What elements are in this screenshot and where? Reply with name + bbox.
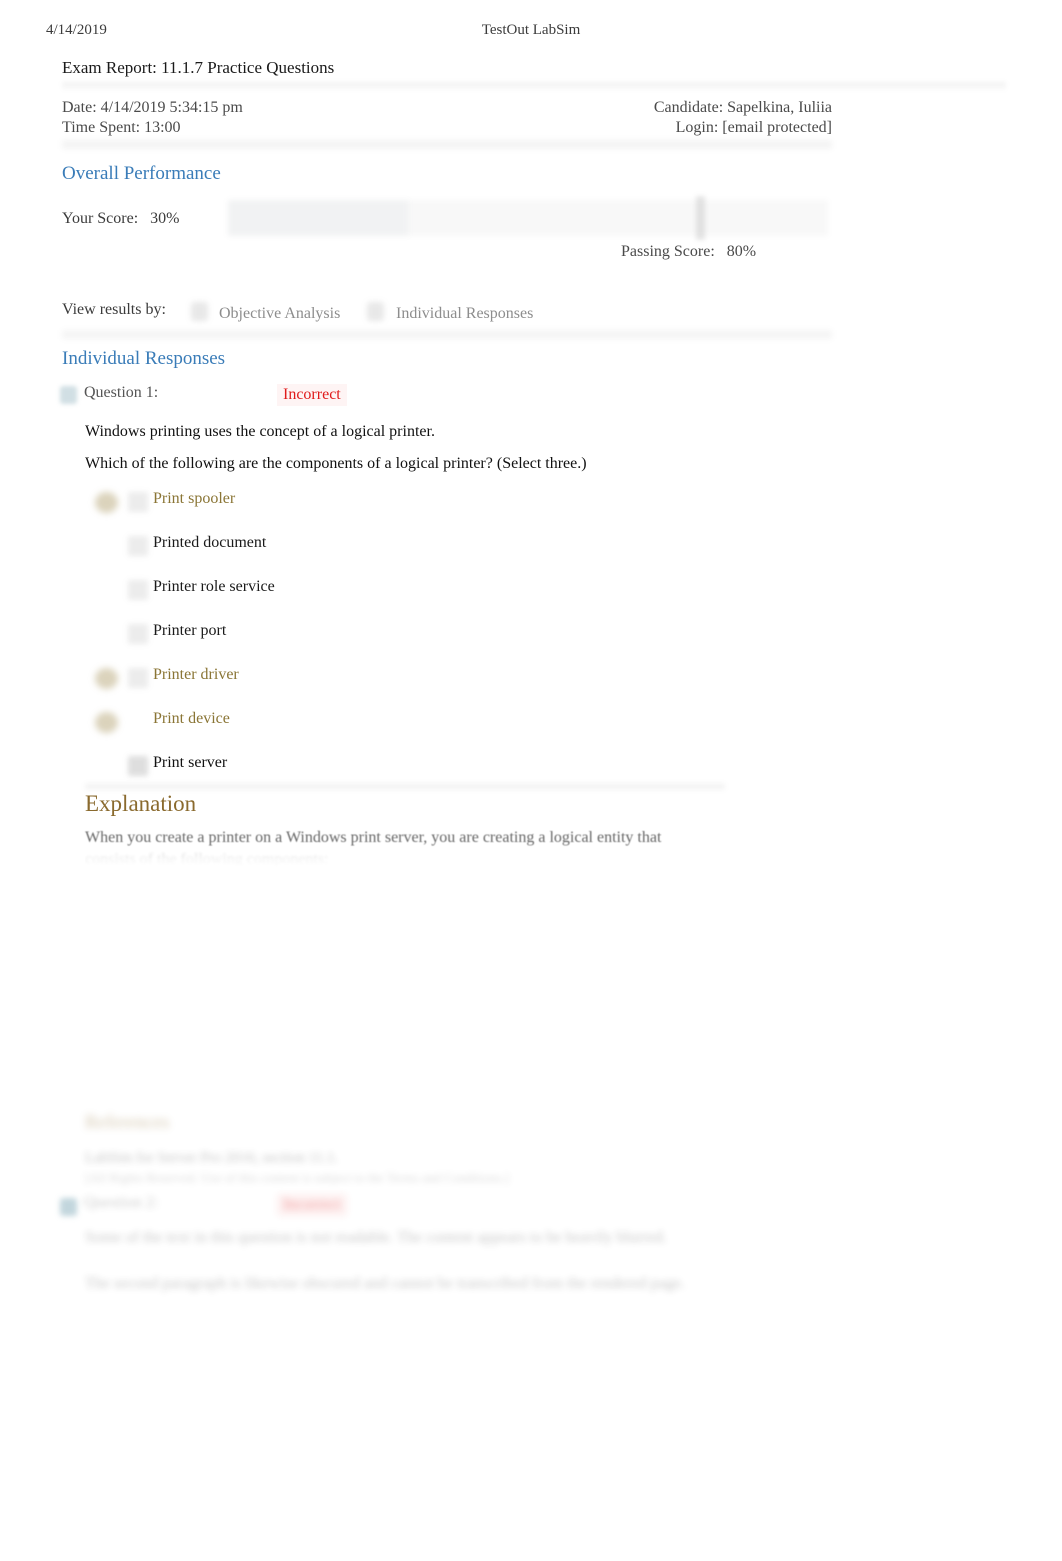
candidate-name: Candidate: Sapelkina, Iuliia [653, 99, 832, 116]
references-line-2: [All Rights Reserved. Use of this conten… [85, 1170, 509, 1185]
question-2-body-line-1: Some of the text in this question is not… [85, 1229, 667, 1246]
question-1-stem-line-2: Which of the following are the component… [85, 455, 587, 472]
overall-performance-heading: Overall Performance [62, 163, 221, 184]
checkbox-icon[interactable] [128, 756, 148, 776]
explanation-line-2: consists of the following components: [85, 851, 329, 868]
exam-report-page: 4/14/2019 TestOut LabSim Exam Report: 11… [0, 0, 1062, 1561]
question-status-icon [60, 386, 77, 404]
radio-individual-responses-label[interactable]: Individual Responses [396, 305, 533, 323]
score-bar-fill [228, 200, 408, 236]
checkbox-icon[interactable] [128, 580, 148, 600]
candidate-login: Login: [email protected] [675, 119, 832, 136]
individual-responses-heading: Individual Responses [62, 348, 226, 369]
option-label: Printer port [153, 622, 227, 639]
status-badge: Incorrect [277, 384, 347, 406]
passing-score-label: Passing Score: 80% [621, 243, 757, 260]
print-header: 4/14/2019 TestOut LabSim [0, 22, 1062, 44]
option-row[interactable]: Printer role service [85, 576, 705, 620]
checkbox-icon[interactable] [128, 668, 148, 688]
option-label: Printer driver [153, 666, 239, 683]
option-row[interactable]: Printer driver [85, 664, 705, 708]
references-heading: References [85, 1112, 170, 1133]
checkbox-icon[interactable] [128, 492, 148, 512]
passing-score-marker [696, 196, 705, 240]
question-1-number: Question 1: [84, 384, 159, 401]
radio-objective-analysis-label[interactable]: Objective Analysis [219, 305, 340, 323]
option-label: Print spooler [153, 490, 236, 507]
selected-marker-icon [95, 668, 118, 689]
selected-marker-icon [95, 712, 118, 733]
option-label: Print device [153, 710, 230, 727]
question-status-icon [60, 1198, 77, 1216]
radio-objective-analysis-icon[interactable] [191, 302, 208, 321]
view-results-divider [62, 330, 832, 339]
checkbox-icon[interactable] [128, 536, 148, 556]
question-2-body-line-2: The second paragraph is likewise obscure… [85, 1275, 685, 1292]
view-results-label: View results by: [62, 301, 166, 318]
report-meta: Date: 4/14/2019 5:34:15 pm Candidate: Sa… [62, 98, 832, 138]
option-label: Printer role service [153, 578, 275, 595]
meta-divider [62, 140, 832, 149]
question-1-stem-line-1: Windows printing uses the concept of a l… [85, 423, 435, 440]
question-2-body: Some of the text in this question is not… [85, 1226, 775, 1318]
page-title: Exam Report: 11.1.7 Practice Questions [62, 58, 335, 77]
question-1-options: Print spooler Printed document Printer r… [85, 488, 705, 796]
status-badge: Incorrect [277, 1194, 347, 1216]
question-2-number: Question 2: [84, 1194, 159, 1211]
option-label: Print server [153, 754, 228, 771]
meta-row-time: Time Spent: 13:00 Login: [email protecte… [62, 118, 832, 138]
references-line-1: LabSim for Server Pro 2016, section 11.1… [85, 1150, 339, 1166]
option-row[interactable]: Printed document [85, 532, 705, 576]
option-row[interactable]: Printer port [85, 620, 705, 664]
explanation-divider [85, 783, 725, 790]
meta-row-date: Date: 4/14/2019 5:34:15 pm Candidate: Sa… [62, 98, 832, 118]
radio-individual-responses-icon[interactable] [367, 302, 384, 321]
explanation-line-1: When you create a printer on a Windows p… [85, 829, 662, 846]
checkbox-icon[interactable] [128, 624, 148, 644]
time-spent: Time Spent: 13:00 [62, 119, 181, 136]
option-label: Printed document [153, 534, 267, 551]
exam-date: Date: 4/14/2019 5:34:15 pm [62, 99, 243, 116]
option-row[interactable]: Print device [85, 708, 705, 752]
your-score-label: Your Score: 30% [62, 210, 180, 227]
option-row[interactable]: Print spooler [85, 488, 705, 532]
explanation-heading: Explanation [85, 791, 197, 816]
question-1-header: Question 1: Incorrect [60, 384, 760, 410]
score-bar [228, 196, 828, 240]
app-title: TestOut LabSim [481, 22, 581, 38]
title-divider [62, 82, 1006, 92]
selected-marker-icon [95, 492, 118, 513]
